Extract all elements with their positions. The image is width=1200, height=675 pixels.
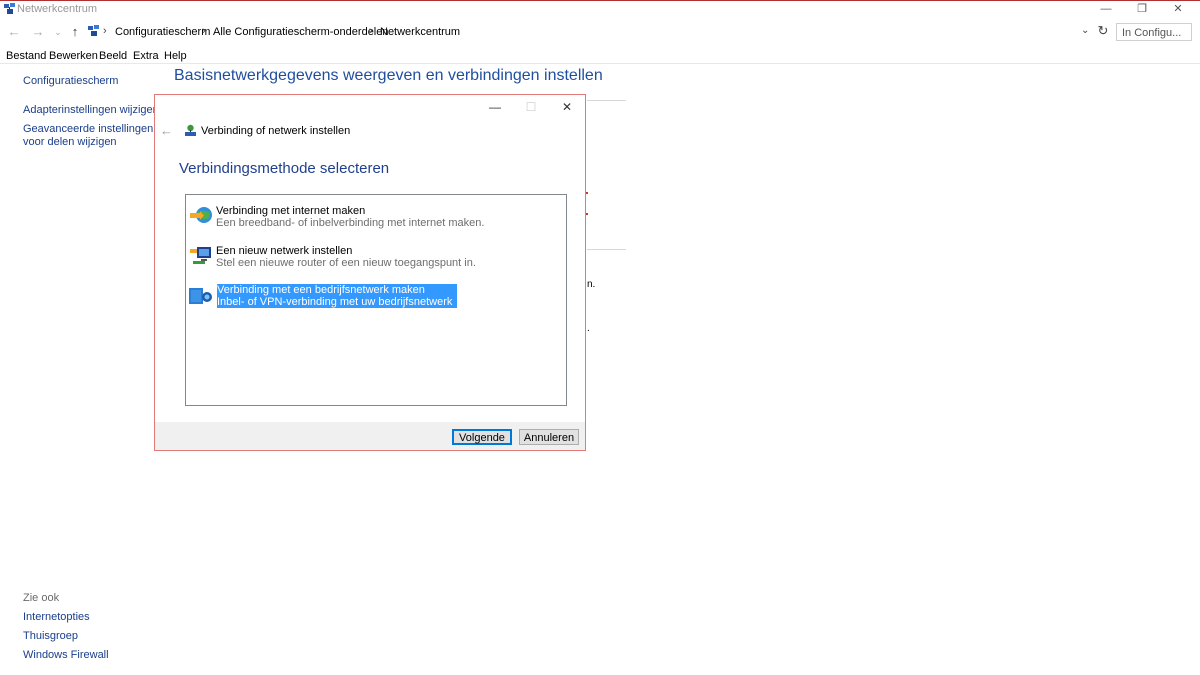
menu-help[interactable]: Help bbox=[164, 50, 187, 62]
address-dropdown-icon[interactable]: ⌄ bbox=[1081, 25, 1089, 36]
option-title: Verbinding met internet maken bbox=[216, 205, 366, 217]
adapter-settings-link[interactable]: Adapterinstellingen wijzigen bbox=[23, 104, 159, 117]
up-arrow-icon[interactable]: ↑ bbox=[67, 23, 83, 41]
breadcrumb-item[interactable]: Netwerkcentrum bbox=[380, 26, 460, 38]
cancel-button[interactable]: Annuleren bbox=[519, 429, 579, 445]
list-item-selected[interactable]: Verbinding met een bedrijfsnetwerk maken… bbox=[217, 284, 457, 320]
partial-mark bbox=[586, 192, 588, 194]
advanced-sharing-link-line2[interactable]: voor delen wijzigen bbox=[23, 136, 117, 149]
breadcrumb-separator-icon: › bbox=[202, 25, 206, 37]
option-description: Een breedband- of inbelverbinding met in… bbox=[216, 217, 485, 229]
advanced-sharing-link[interactable]: Geavanceerde instellingen bbox=[23, 123, 153, 136]
recent-dropdown-icon[interactable]: ⌄ bbox=[50, 23, 66, 41]
menu-divider bbox=[0, 63, 1200, 64]
option-description: Stel een nieuwe router of een nieuw toeg… bbox=[216, 257, 476, 269]
back-arrow-icon[interactable]: ← bbox=[6, 23, 22, 41]
window-titlebar bbox=[0, 0, 1200, 20]
control-panel-home-link[interactable]: Configuratiescherm bbox=[23, 75, 118, 88]
homegroup-link[interactable]: Thuisgroep bbox=[23, 630, 78, 643]
network-monitor-icon bbox=[190, 247, 211, 264]
setup-connection-dialog: — ☐ ✕ ← Verbinding of netwerk instellen … bbox=[154, 94, 586, 451]
network-center-icon bbox=[88, 25, 99, 36]
menu-beeld[interactable]: Beeld bbox=[99, 50, 127, 62]
minimize-button[interactable]: — bbox=[1088, 1, 1124, 18]
restore-button[interactable]: ❐ bbox=[1124, 1, 1160, 18]
workplace-vpn-icon bbox=[189, 288, 212, 304]
page-title: Basisnetwerkgegevens weergeven en verbin… bbox=[174, 67, 603, 84]
breadcrumb-separator-icon: › bbox=[103, 25, 107, 37]
breadcrumb-item[interactable]: Alle Configuratiescherm-onderdelen bbox=[213, 26, 388, 38]
forward-arrow-icon[interactable]: → bbox=[30, 23, 46, 41]
globe-connect-icon bbox=[190, 207, 212, 223]
breadcrumb-item[interactable]: Configuratiescherm bbox=[115, 26, 210, 38]
internet-options-link[interactable]: Internetopties bbox=[23, 611, 90, 624]
next-button[interactable]: Volgende bbox=[452, 429, 512, 445]
menu-bestand[interactable]: Bestand bbox=[6, 50, 46, 62]
connection-options-list[interactable]: Verbinding met internet maken Een breedb… bbox=[185, 194, 567, 406]
partial-text: n. bbox=[587, 279, 596, 290]
network-center-icon bbox=[4, 3, 15, 14]
dialog-back-arrow-icon[interactable]: ← bbox=[160, 123, 173, 138]
dialog-minimize-button[interactable]: — bbox=[483, 100, 507, 114]
menu-extra[interactable]: Extra bbox=[133, 50, 159, 62]
dialog-title: Verbinding of netwerk instellen bbox=[201, 125, 351, 137]
option-title: Een nieuw netwerk instellen bbox=[216, 245, 353, 257]
dialog-heading: Verbindingsmethode selecteren bbox=[179, 160, 390, 177]
refresh-icon[interactable]: ↻ bbox=[1095, 23, 1111, 39]
dialog-close-button[interactable]: ✕ bbox=[555, 100, 579, 114]
option-description: Inbel- of VPN-verbinding met uw bedrijfs… bbox=[217, 296, 453, 320]
navigation-bar: ← → ⌄ ↑ › Configuratiescherm › Alle Conf… bbox=[0, 21, 1200, 43]
address-bar[interactable]: › Configuratiescherm › Alle Configuratie… bbox=[86, 22, 1096, 42]
see-also-heading: Zie ook bbox=[23, 592, 60, 604]
close-button[interactable]: ✕ bbox=[1160, 1, 1196, 18]
menu-bewerken[interactable]: Bewerken bbox=[49, 50, 98, 62]
breadcrumb-separator-icon: › bbox=[369, 25, 373, 37]
window-title: Netwerkcentrum bbox=[17, 3, 98, 15]
search-input[interactable]: In Configu... bbox=[1116, 23, 1192, 41]
partial-mark bbox=[586, 213, 588, 215]
list-item[interactable]: Een nieuw netwerk instellen Stel een nie… bbox=[216, 245, 476, 269]
list-item[interactable]: Verbinding met internet maken Een breedb… bbox=[216, 205, 484, 229]
option-title: Verbinding met een bedrijfsnetwerk maken bbox=[217, 284, 425, 296]
section-divider bbox=[587, 249, 626, 250]
partial-text: . bbox=[587, 323, 590, 334]
dialog-maximize-button: ☐ bbox=[525, 100, 537, 114]
windows-firewall-link[interactable]: Windows Firewall bbox=[23, 649, 109, 662]
section-divider bbox=[587, 100, 626, 101]
network-setup-icon bbox=[185, 124, 196, 136]
